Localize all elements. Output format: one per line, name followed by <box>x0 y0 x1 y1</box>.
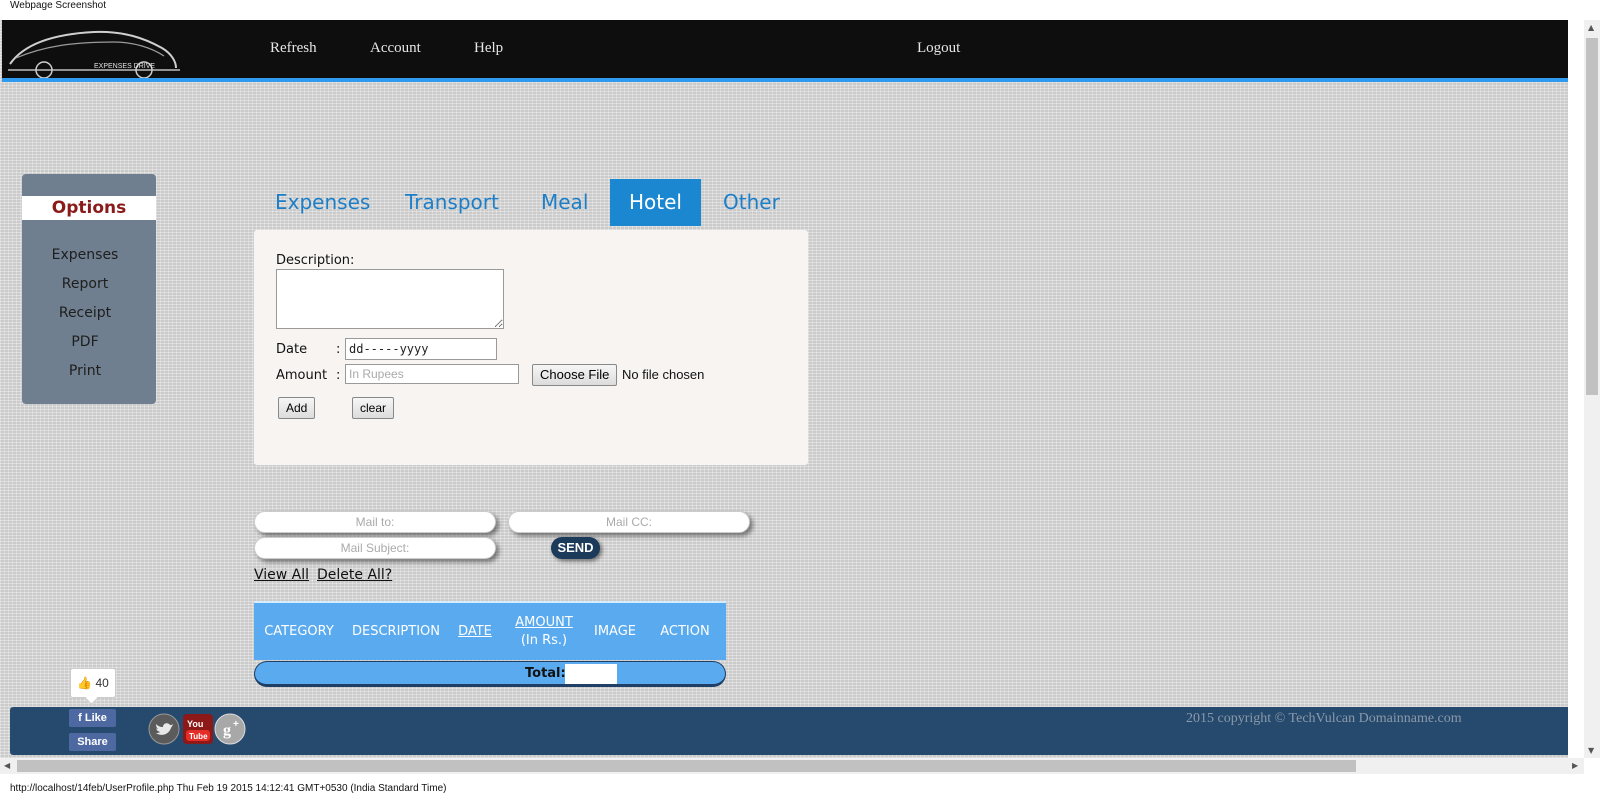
tab-meal[interactable]: Meal <box>541 179 588 226</box>
svg-text:You: You <box>187 719 203 729</box>
mail-subject-input[interactable]: Mail Subject: <box>254 537 496 559</box>
amount-label: Amount <box>276 368 328 383</box>
expense-table-header: CATEGORY DESCRIPTION DATE AMOUNT (In Rs.… <box>254 601 726 660</box>
horizontal-scrollbar[interactable]: ◀ ▶ <box>0 758 1584 774</box>
car-logo-icon[interactable]: EXPENSES DRIVE <box>4 22 180 78</box>
add-button[interactable]: Add <box>278 397 316 419</box>
google-plus-icon[interactable]: g + <box>214 713 246 745</box>
scroll-up-icon[interactable]: ▲ <box>1588 23 1594 32</box>
amount-input[interactable] <box>345 364 519 384</box>
sidebar-item-print[interactable]: Print <box>22 363 148 379</box>
scroll-left-icon[interactable]: ◀ <box>4 761 10 770</box>
mail-cc-input[interactable]: Mail CC: <box>508 511 750 533</box>
facebook-share-button[interactable]: Share <box>69 733 116 751</box>
column-image: IMAGE <box>593 623 636 639</box>
column-action: ACTION <box>660 623 710 639</box>
facebook-like-count: 👍 40 <box>70 668 116 698</box>
column-amount-unit: (In Rs.) <box>520 632 568 648</box>
vertical-scrollbar[interactable]: ▲ ▼ <box>1584 20 1600 758</box>
column-description: DESCRIPTION <box>352 623 440 639</box>
column-category: CATEGORY <box>264 623 334 639</box>
date-label: Date <box>276 342 308 357</box>
copyright-text: 2015 copyright © TechVulcan Domainname.c… <box>1186 711 1462 726</box>
column-date-sort[interactable]: DATE <box>448 603 502 660</box>
tab-other[interactable]: Other <box>723 179 780 226</box>
date-input[interactable]: dd-----yyyy <box>345 338 497 360</box>
capture-status-line: http://localhost/14feb/UserProfile.php T… <box>10 783 447 794</box>
total-bar: Total: <box>254 661 726 687</box>
svg-text:+: + <box>233 719 239 730</box>
amount-colon: : <box>336 368 341 383</box>
total-label: Total: <box>525 666 566 681</box>
expense-form-panel: Description: Date : dd-----yyyy Amount :… <box>254 230 808 465</box>
sidebar-item-pdf[interactable]: PDF <box>22 334 148 350</box>
description-textarea[interactable] <box>276 269 504 329</box>
youtube-icon[interactable]: You Tube <box>182 713 214 745</box>
logout-link[interactable]: Logout <box>917 40 960 57</box>
svg-text:g: g <box>223 722 231 739</box>
browser-viewport: EXPENSES DRIVE Refresh Account Help Logo… <box>0 20 1568 758</box>
facebook-like-button[interactable]: f Like <box>69 709 116 727</box>
thumbs-up-icon: 👍 <box>77 676 93 690</box>
nav-help[interactable]: Help <box>474 40 503 57</box>
view-all-link[interactable]: View All <box>254 567 309 583</box>
scroll-down-icon[interactable]: ▼ <box>1588 746 1594 755</box>
description-label: Description: <box>276 253 355 268</box>
like-label: Like <box>84 712 107 724</box>
tab-expenses[interactable]: Expenses <box>275 179 370 226</box>
options-title: Options <box>22 196 156 220</box>
send-button[interactable]: SEND <box>551 537 600 559</box>
like-count-value: 40 <box>95 676 109 690</box>
date-colon: : <box>336 342 341 357</box>
site-footer: f Like Share You Tube g + 2015 copyright… <box>10 707 1568 755</box>
sidebar-item-receipt[interactable]: Receipt <box>22 305 148 321</box>
total-value <box>565 664 617 684</box>
svg-text:Tube: Tube <box>189 732 208 741</box>
capture-title: Webpage Screenshot <box>10 0 106 11</box>
choose-file-button[interactable]: Choose File <box>532 364 618 386</box>
file-status-text: No file chosen <box>622 367 705 382</box>
scroll-right-icon[interactable]: ▶ <box>1572 761 1578 770</box>
tab-hotel[interactable]: Hotel <box>610 179 701 226</box>
horizontal-scroll-thumb[interactable] <box>17 760 1356 772</box>
clear-button[interactable]: clear <box>352 397 395 419</box>
tab-transport[interactable]: Transport <box>405 179 499 226</box>
options-sidebar: Options Expenses Report Receipt PDF Prin… <box>22 174 156 404</box>
sidebar-item-report[interactable]: Report <box>22 276 148 292</box>
svg-text:EXPENSES DRIVE: EXPENSES DRIVE <box>94 63 155 70</box>
delete-all-link[interactable]: Delete All? <box>317 567 392 583</box>
sidebar-item-expenses[interactable]: Expenses <box>22 247 148 263</box>
top-navigation-bar: EXPENSES DRIVE Refresh Account Help Logo… <box>2 20 1568 82</box>
facebook-icon: f <box>78 712 82 724</box>
vertical-scroll-thumb[interactable] <box>1586 38 1598 395</box>
mail-to-input[interactable]: Mail to: <box>254 511 496 533</box>
nav-account[interactable]: Account <box>370 40 421 57</box>
column-amount: AMOUNT (In Rs.) <box>504 603 584 660</box>
nav-refresh[interactable]: Refresh <box>270 40 317 57</box>
twitter-icon[interactable] <box>148 713 180 745</box>
column-amount-sort[interactable]: AMOUNT <box>515 614 573 632</box>
